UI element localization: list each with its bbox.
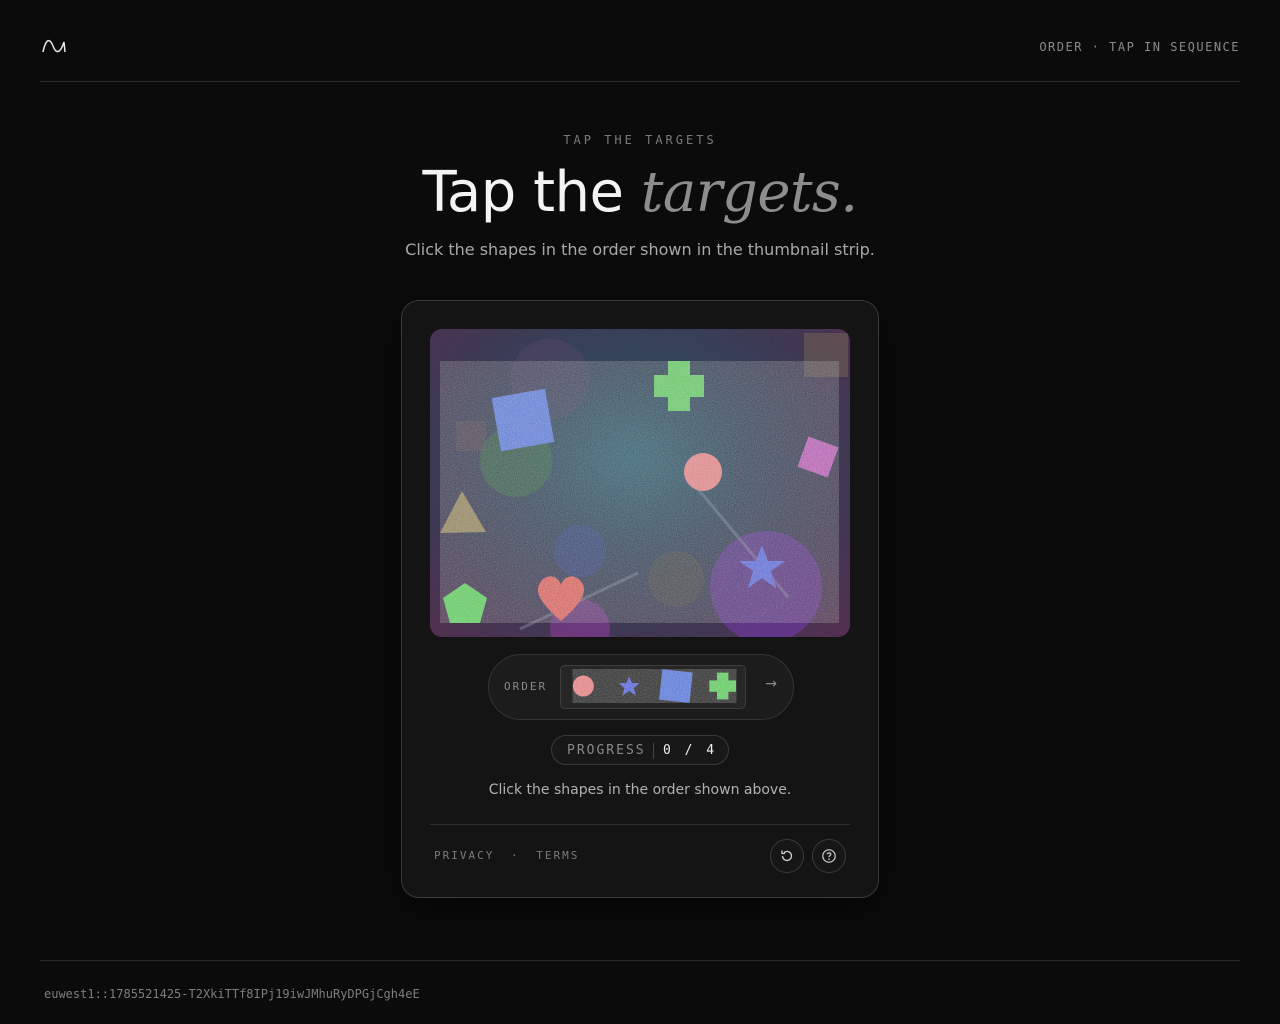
grain-overlay <box>430 329 850 637</box>
card-divider <box>430 824 850 825</box>
reload-icon <box>781 850 793 862</box>
order-thumbnail-strip <box>560 665 746 709</box>
challenge-canvas[interactable] <box>430 329 850 637</box>
legal-separator: · <box>510 849 520 862</box>
legal-links: PRIVACY · TERMS <box>434 849 579 862</box>
terms-link[interactable]: TERMS <box>536 849 579 862</box>
order-label: ORDER <box>504 680 548 693</box>
privacy-link[interactable]: PRIVACY <box>434 849 494 862</box>
thumb-green-cross <box>709 672 737 700</box>
title-plain: Tap the <box>422 160 624 225</box>
help-icon <box>822 849 836 863</box>
arrow-right-icon[interactable]: → <box>765 676 777 692</box>
thumbnail-svg <box>572 669 737 703</box>
progress-label: PROGRESS <box>567 743 646 758</box>
session-id: euwest1::1785521425-T2XkiTTf8IPj19iwJMhu… <box>44 987 420 1001</box>
reload-button[interactable] <box>770 839 804 873</box>
challenge-card: ORDER → PROGRESS 0 / 4 Click the shapes … <box>401 300 879 898</box>
help-button[interactable] <box>812 839 846 873</box>
title-emphasis: targets. <box>640 160 858 225</box>
wave-logo-icon <box>42 39 66 53</box>
footer-divider <box>40 960 1240 961</box>
canvas-svg <box>430 329 850 637</box>
order-strip-container: ORDER → <box>488 654 794 720</box>
thumb-blue-square <box>659 669 693 703</box>
progress-badge: PROGRESS 0 / 4 <box>551 735 729 765</box>
instruction-text: Click the shapes in the order shown abov… <box>488 782 792 798</box>
eyebrow: TAP THE TARGETS <box>563 133 717 147</box>
thumb-blue-star <box>618 676 640 696</box>
page-subtitle: Click the shapes in the order shown in t… <box>405 240 875 259</box>
top-bar: ORDER · TAP IN SEQUENCE <box>40 0 1240 82</box>
progress-value: 0 / 4 <box>663 743 718 758</box>
progress-divider <box>653 743 654 759</box>
thumb-pink-circle <box>572 675 594 697</box>
mode-label: ORDER · TAP IN SEQUENCE <box>1039 40 1240 54</box>
page-title: Tap the targets. <box>0 160 1280 225</box>
